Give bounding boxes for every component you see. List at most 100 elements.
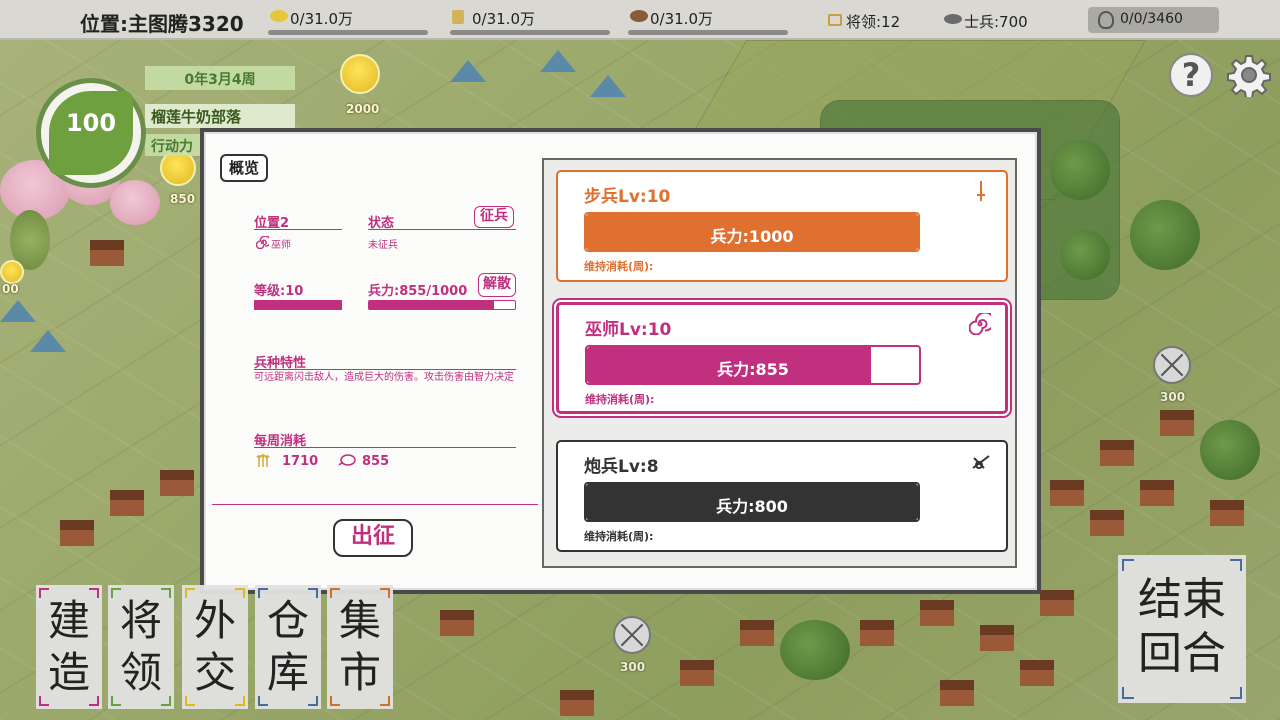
hut [1050,480,1084,506]
wheat-icon [256,454,270,467]
hut [1090,510,1124,536]
unit-card-infantry[interactable]: 步兵Lv:10 兵力:1000 维持消耗(周): [556,170,1008,282]
unit-troops-label: 兵力:1000 [710,227,794,246]
frame-corner [235,696,245,706]
gold-value: 0/31.0万 [290,10,353,28]
spiral-icon [256,236,269,249]
unit-list: 步兵Lv:10 兵力:1000 维持消耗(周): 巫师Lv:10 兵力:855 … [542,158,1017,568]
frame-corner [1122,559,1134,571]
hut [1140,480,1174,506]
status-value: 未征兵 [368,240,398,251]
tree [780,620,850,680]
tent [450,60,486,82]
divider [254,447,516,448]
unit-card-artillery[interactable]: 炮兵Lv:8 兵力:800 维持消耗(周): [556,440,1008,552]
help-button[interactable]: ? [1169,53,1213,97]
frame-corner [161,696,171,706]
hut [90,240,124,266]
hut [160,470,194,496]
tree [1050,140,1110,200]
unit-troops-bar: 兵力:855 [585,345,921,385]
meat-icon [630,10,648,22]
cherry-tree [110,180,160,225]
frame-corner [89,696,99,706]
unit-type-name: 巫师 [271,240,291,251]
settings-button[interactable] [1227,53,1271,99]
frame-corner [89,588,99,598]
frame-corner [1230,559,1242,571]
soldier-helmet-icon [944,14,962,24]
meat-bar [628,30,788,35]
enemy-strength-label: 300 [620,660,646,674]
gold-bar [268,30,428,35]
population-value: 0/0/3460 [1120,11,1183,27]
recruit-button[interactable]: 征兵 [474,206,514,228]
hut [60,520,94,546]
warehouse-button[interactable]: 仓库 [255,585,321,709]
frame-corner [39,588,49,598]
build-button-label: 建造 [47,596,90,697]
frame-corner [330,588,340,598]
market-button-label: 集市 [338,596,381,697]
unit-troops-bar: 兵力:800 [584,482,920,522]
divider [368,229,516,230]
troops-bar [368,300,516,310]
tab-overview[interactable]: 概览 [220,154,268,182]
end-turn-button[interactable]: 结束回合 [1118,555,1246,703]
build-button[interactable]: 建造 [36,585,102,709]
hut [980,625,1014,651]
sword-icon [977,181,985,201]
gold-icon [270,10,288,22]
weekly-meat-value: 855 [362,454,390,469]
unit-troops-label: 兵力:800 [716,497,788,516]
hut [440,610,474,636]
population-icon [1098,11,1114,29]
warehouse-button-label: 仓库 [266,596,309,697]
hut [1160,410,1194,436]
frame-corner [308,696,318,706]
hut [560,690,594,716]
diplomacy-button[interactable]: 外交 [182,585,248,709]
tree [1060,230,1110,280]
book-icon [828,14,842,26]
hut [740,620,774,646]
hut [1020,660,1054,686]
wheat-icon [452,10,464,24]
troops-label: 兵力:855/1000 [368,284,468,299]
frame-corner [39,696,49,706]
date-label: 0年3月4周 [145,66,295,90]
frame-corner [111,696,121,706]
wheat-value: 0/31.0万 [472,10,535,28]
enemy-figure-icon[interactable] [1153,346,1191,384]
divider [254,369,516,370]
population-box: 0/0/3460 [1088,7,1219,33]
generals-button[interactable]: 将领 [108,585,174,709]
march-button[interactable]: 出征 [333,519,413,557]
meat-value: 0/31.0万 [650,10,713,28]
enemy-strength-label: 300 [1160,390,1186,404]
frame-corner [380,696,390,706]
troops-bar-fill [369,301,494,309]
unit-troops-label: 兵力:855 [717,360,789,379]
spiral-icon [969,313,991,335]
cannon-icon [972,455,990,469]
leader-level-badge[interactable]: 100 [36,78,146,188]
enemy-figure-icon[interactable] [613,616,651,654]
weekly-wheat-value: 1710 [282,454,319,469]
frame-corner [235,588,245,598]
disband-button[interactable]: 解散 [478,273,516,297]
hut [920,600,954,626]
tree [1130,200,1200,270]
unit-card-wizard[interactable]: 巫师Lv:10 兵力:855 维持消耗(周): [556,302,1008,414]
location-label: 位置:主图腾3320 [80,12,244,36]
level-bar [254,300,342,310]
unit-troops-bar: 兵力:1000 [584,212,920,252]
hut [1100,440,1134,466]
frame-corner [258,696,268,706]
market-button[interactable]: 集市 [327,585,393,709]
resource-amount-label: 00 [2,282,19,296]
level-bar-fill [254,300,342,310]
gold-resource-icon[interactable] [340,54,380,94]
hut [1210,500,1244,526]
gold-resource-icon[interactable] [0,260,24,284]
